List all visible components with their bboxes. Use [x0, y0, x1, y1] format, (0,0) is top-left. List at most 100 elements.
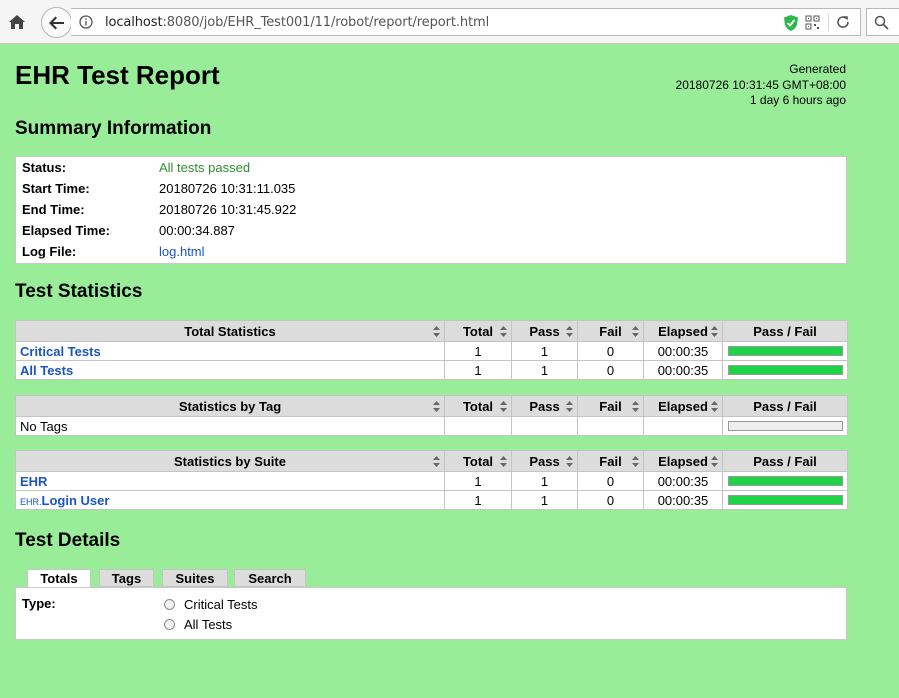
details-heading: Test Details	[15, 530, 121, 551]
total-cell: 1	[444, 341, 512, 361]
column-header-fail[interactable]: Fail	[577, 320, 644, 342]
column-header-name[interactable]: Total Statistics	[15, 320, 445, 342]
sort-icon	[566, 326, 573, 337]
status-value: All tests passed	[159, 160, 251, 175]
generated-time: 20180726 10:31:45 GMT+08:00	[675, 77, 846, 92]
all-tests-link[interactable]: All Tests	[20, 363, 73, 378]
tab-suites[interactable]: Suites	[162, 569, 228, 587]
details-panel: Type: Critical Tests All Tests	[15, 587, 847, 640]
sort-icon	[632, 326, 639, 337]
url-text[interactable]: localhost:8080/job/EHR_Test001/11/robot/…	[105, 15, 489, 30]
table-header-row: Statistics by Tag Total Pass Fail Elapse…	[15, 395, 848, 417]
qr-code-icon[interactable]	[805, 15, 820, 30]
column-header-elapsed[interactable]: Elapsed	[643, 450, 723, 472]
home-icon[interactable]	[6, 11, 28, 33]
type-label: Type:	[22, 596, 56, 611]
column-header-elapsed[interactable]: Elapsed	[643, 320, 723, 342]
column-header-total[interactable]: Total	[444, 450, 512, 472]
column-header-total[interactable]: Total	[444, 320, 512, 342]
sort-icon	[711, 401, 718, 412]
pass-fail-bar	[727, 476, 843, 486]
fail-cell: 0	[577, 471, 644, 491]
sort-icon	[433, 326, 440, 337]
column-header-fail[interactable]: Fail	[577, 450, 644, 472]
column-header-pass-fail: Pass / Fail	[722, 395, 848, 417]
pass-cell: 1	[511, 490, 578, 510]
summary-table: Status: All tests passed Start Time: 201…	[15, 156, 847, 264]
elapsed-cell: 00:00:35	[643, 360, 723, 380]
sort-icon	[632, 401, 639, 412]
radio-button[interactable]	[164, 599, 175, 610]
sort-icon	[500, 326, 507, 337]
no-tags-label: No Tags	[15, 416, 445, 436]
empty-cell	[577, 416, 644, 436]
search-box[interactable]	[866, 8, 899, 36]
elapsed-cell: 00:00:35	[643, 471, 723, 491]
sort-icon	[566, 401, 573, 412]
pass-bar-fill	[728, 347, 842, 355]
pass-bar-fill	[728, 496, 842, 504]
summary-label: Elapsed Time:	[22, 223, 110, 238]
summary-heading: Summary Information	[15, 118, 212, 139]
table-row: All Tests 1 1 0 00:00:35	[15, 360, 848, 380]
tab-tags[interactable]: Tags	[99, 569, 154, 587]
table-header-row: Statistics by Suite Total Pass Fail Elap…	[15, 450, 848, 472]
column-header-total[interactable]: Total	[444, 395, 512, 417]
sort-icon	[711, 456, 718, 467]
generated-info: Generated 20180726 10:31:45 GMT+08:00 1 …	[676, 62, 846, 109]
pass-cell: 1	[511, 471, 578, 491]
sort-icon	[433, 456, 440, 467]
sort-icon	[632, 456, 639, 467]
tab-totals[interactable]: Totals	[27, 569, 91, 588]
arrow-left-icon	[49, 16, 64, 30]
sort-icon	[566, 456, 573, 467]
radio-label: All Tests	[184, 617, 233, 632]
log-file-link[interactable]: log.html	[159, 242, 205, 262]
elapsed-cell: 00:00:35	[643, 341, 723, 361]
column-header-pass[interactable]: Pass	[511, 450, 578, 472]
column-header-name[interactable]: Statistics by Tag	[15, 395, 445, 417]
column-header-pass[interactable]: Pass	[511, 320, 578, 342]
pass-fail-bar	[727, 495, 843, 505]
empty-bar	[727, 421, 843, 431]
total-cell: 1	[444, 360, 512, 380]
fail-cell: 0	[577, 341, 644, 361]
fail-cell: 0	[577, 360, 644, 380]
table-row: EHR 1 1 0 00:00:35	[15, 471, 848, 491]
start-time-value: 20180726 10:31:11.035	[159, 181, 296, 196]
sort-icon	[500, 401, 507, 412]
address-bar[interactable]: localhost:8080/job/EHR_Test001/11/robot/…	[71, 8, 861, 36]
column-header-fail[interactable]: Fail	[577, 395, 644, 417]
elapsed-cell: 00:00:35	[643, 490, 723, 510]
tag-statistics-table: Statistics by Tag Total Pass Fail Elapse…	[15, 395, 848, 436]
summary-label: Start Time:	[22, 181, 90, 196]
tab-search[interactable]: Search	[234, 569, 306, 587]
total-cell: 1	[444, 471, 512, 491]
pass-cell: 1	[511, 360, 578, 380]
reload-icon[interactable]	[835, 14, 851, 30]
column-header-name[interactable]: Statistics by Suite	[15, 450, 445, 472]
suite-link-login-user[interactable]: EHR.Login User	[20, 493, 109, 508]
radio-button[interactable]	[164, 619, 175, 630]
table-row: EHR.Login User 1 1 0 00:00:35	[15, 490, 848, 510]
table-row: Critical Tests 1 1 0 00:00:35	[15, 341, 848, 361]
sort-icon	[500, 456, 507, 467]
summary-label: End Time:	[22, 202, 85, 217]
total-cell: 1	[444, 490, 512, 510]
report-title: EHR Test Report	[15, 60, 220, 90]
shield-icon[interactable]	[783, 14, 799, 32]
table-row: No Tags	[15, 416, 848, 436]
summary-label: Status:	[22, 160, 67, 175]
back-button[interactable]	[41, 7, 72, 38]
column-header-pass-fail: Pass / Fail	[722, 450, 848, 472]
empty-cell	[444, 416, 512, 436]
suite-link-ehr[interactable]: EHR	[20, 474, 47, 489]
column-header-pass[interactable]: Pass	[511, 395, 578, 417]
column-header-pass-fail: Pass / Fail	[722, 320, 848, 342]
critical-tests-link[interactable]: Critical Tests	[20, 344, 101, 359]
suite-name: Login User	[41, 492, 110, 508]
column-header-elapsed[interactable]: Elapsed	[643, 395, 723, 417]
empty-cell	[643, 416, 723, 436]
info-icon[interactable]	[79, 15, 93, 29]
generated-label: Generated	[789, 62, 846, 76]
